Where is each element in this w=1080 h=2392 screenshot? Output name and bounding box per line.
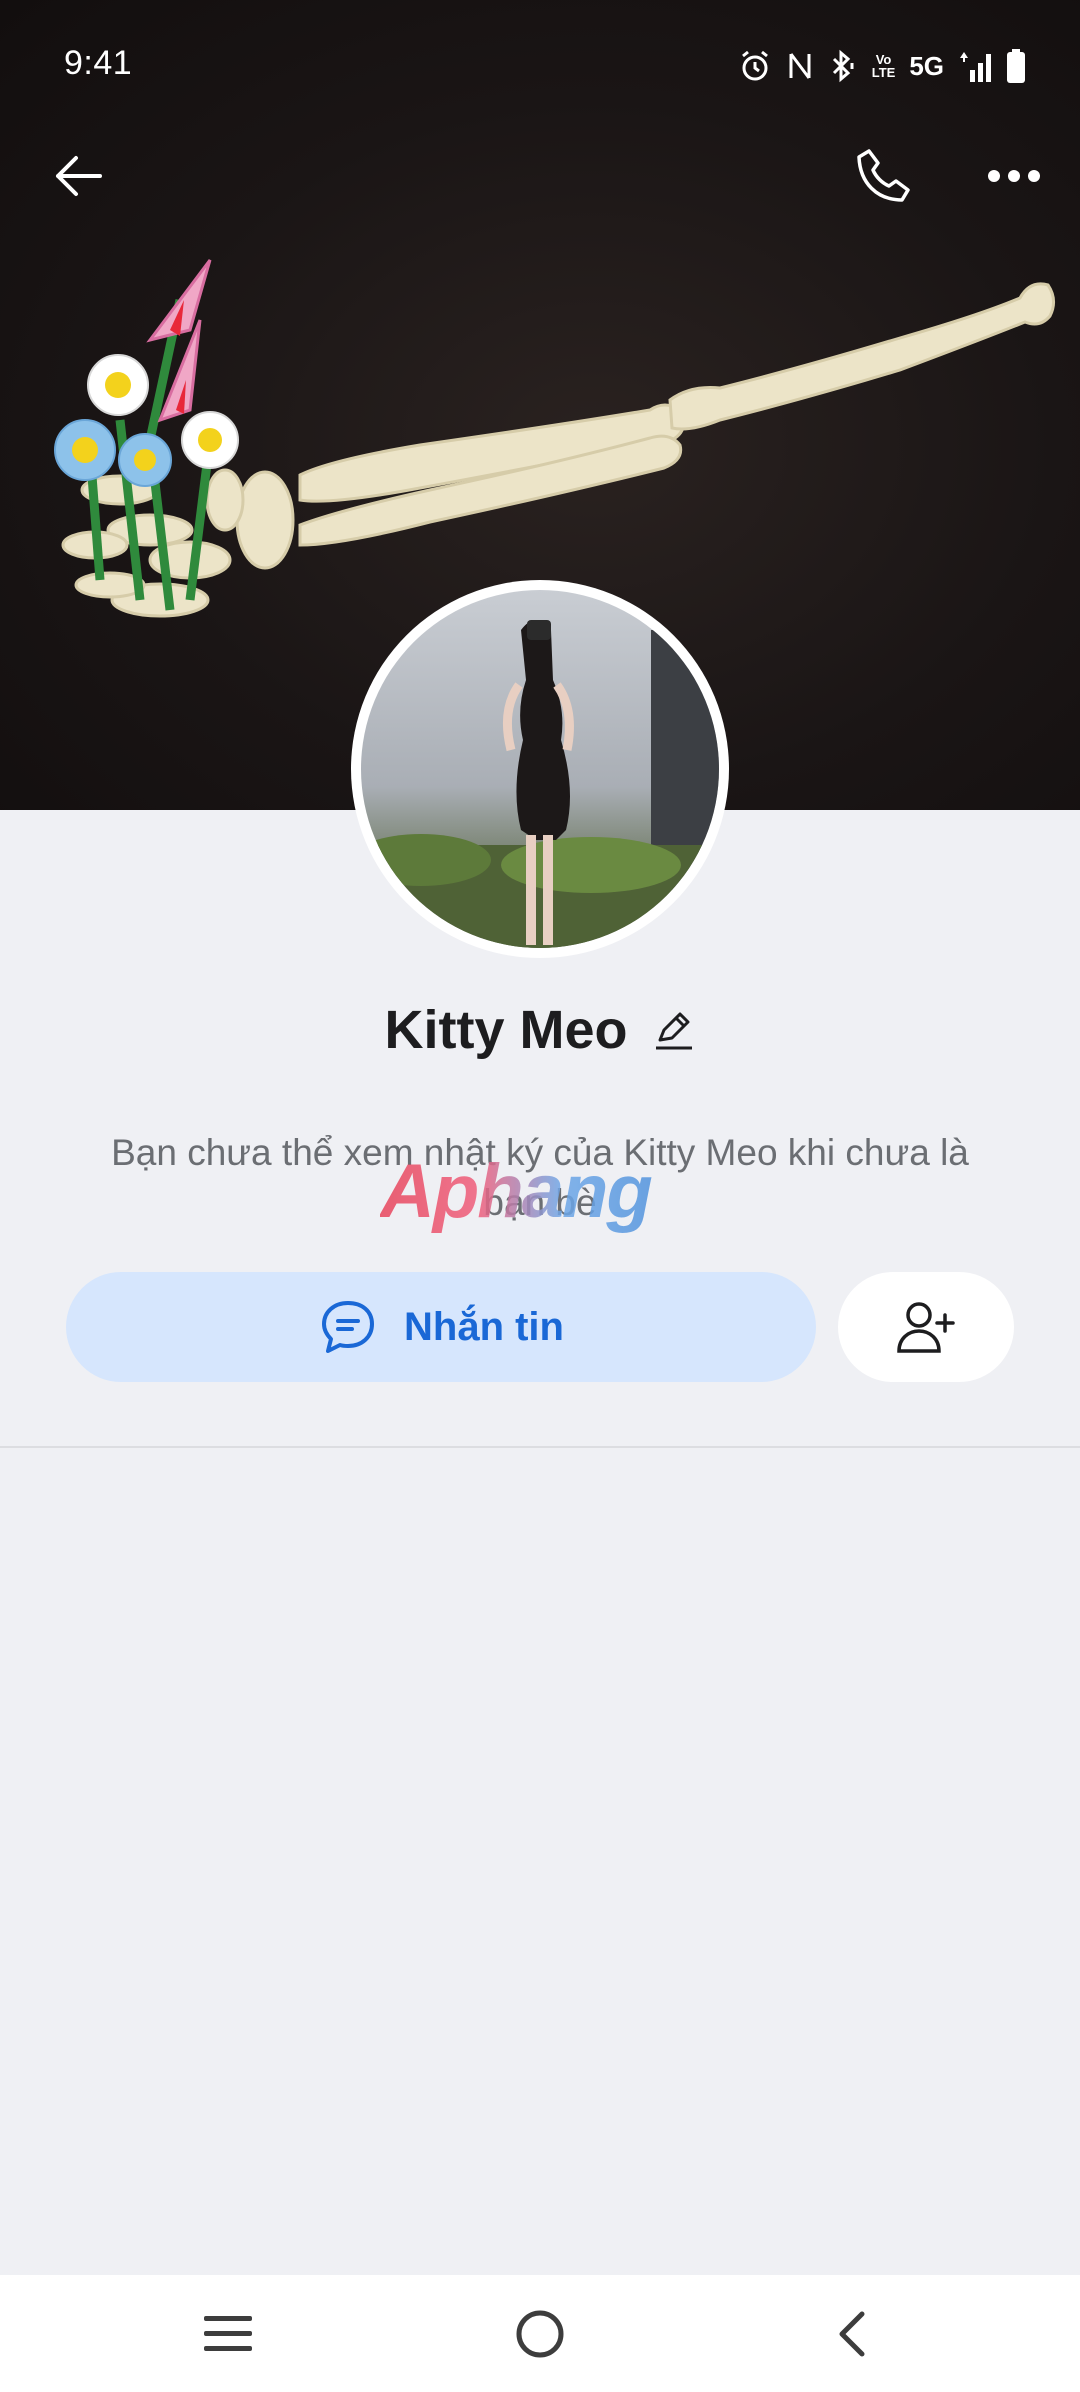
network-type: 5G [909,50,944,81]
user-plus-icon [897,1302,955,1353]
profile-name-row: Kitty Meo [0,990,1080,1070]
arrow-left-icon [56,156,102,196]
phone-icon [857,149,910,202]
volte-icon: Vo LTE [872,53,896,79]
watermark-logo: Aphang [380,1148,710,1234]
avatar[interactable] [351,580,729,958]
avatar-photo [361,590,719,948]
system-back-button[interactable] [812,2301,892,2367]
pencil-icon[interactable] [652,1008,696,1052]
alarm-icon [738,49,772,83]
add-friend-button[interactable] [838,1272,1014,1382]
bluetooth-icon [828,49,858,83]
status-icons: Vo LTE 5G [738,46,1026,86]
nfc-icon [786,50,814,82]
message-button-label: Nhắn tin [404,1304,564,1349]
volte-bottom-text: LTE [871,65,896,80]
status-time: 9:41 [64,44,133,82]
home-icon [516,2310,564,2358]
profile-name: Kitty Meo [384,1000,628,1060]
more-horizontal-icon [988,170,1040,182]
recent-apps-button[interactable] [188,2301,268,2367]
back-button[interactable] [42,140,114,212]
message-button[interactable]: Nhắn tin [66,1272,816,1382]
status-bar: 9:41 Vo LTE 5G [0,0,1080,130]
menu-icon [204,2316,252,2351]
signal-icon [958,50,992,82]
back-icon [839,2311,865,2357]
home-button[interactable] [500,2301,580,2367]
battery-icon [1006,49,1026,83]
call-button[interactable] [848,140,920,212]
system-nav-bar [0,2275,1080,2392]
more-button[interactable] [978,140,1050,212]
divider [0,1446,1080,1448]
chat-bubble-icon [322,1301,374,1353]
